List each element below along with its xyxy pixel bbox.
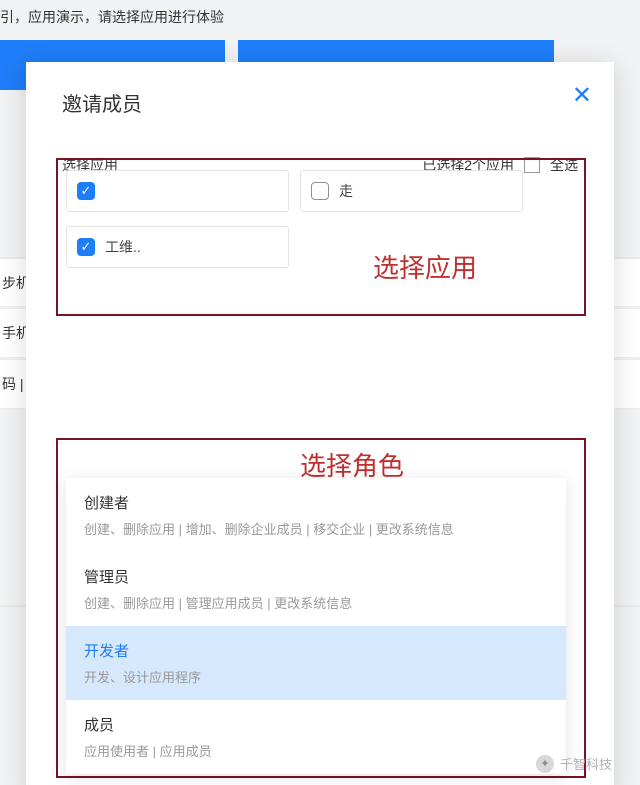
app-card-2-label: 走: [339, 181, 387, 201]
watermark-text: 千智科技: [560, 754, 612, 773]
modal-title: 邀请成员: [62, 88, 578, 117]
background-hint-text: 引，应用演示，请选择应用进行体验: [0, 7, 224, 27]
role-option-admin[interactable]: 管理员 创建、删除应用 | 管理应用成员 | 更改系统信息: [66, 552, 566, 626]
app-card-1[interactable]: ✓: [66, 170, 289, 212]
app-card-2[interactable]: 走: [300, 170, 523, 212]
role-desc: 创建、删除应用 | 管理应用成员 | 更改系统信息: [84, 593, 548, 612]
role-name: 创建者: [84, 492, 548, 513]
app-card-3[interactable]: ✓ 工维..: [66, 226, 289, 268]
watermark: ✦ 千智科技: [536, 754, 612, 773]
role-name: 成员: [84, 714, 548, 735]
app-card-3-label: 工维..: [105, 237, 175, 257]
checkbox-checked-icon[interactable]: ✓: [77, 182, 95, 200]
role-option-creator[interactable]: 创建者 创建、删除应用 | 增加、删除企业成员 | 移交企业 | 更改系统信息: [66, 478, 566, 552]
checkbox-checked-icon[interactable]: ✓: [77, 238, 95, 256]
checkbox-unchecked-icon[interactable]: [311, 182, 329, 200]
role-option-developer[interactable]: 开发者 开发、设计应用程序: [66, 626, 566, 700]
role-option-member[interactable]: 成员 应用使用者 | 应用成员: [66, 700, 566, 774]
role-desc: 创建、删除应用 | 增加、删除企业成员 | 移交企业 | 更改系统信息: [84, 519, 548, 538]
role-desc: 应用使用者 | 应用成员: [84, 741, 548, 760]
role-name: 管理员: [84, 566, 548, 587]
annotation-label-select-app: 选择应用: [373, 248, 477, 285]
role-list: 创建者 创建、删除应用 | 增加、删除企业成员 | 移交企业 | 更改系统信息 …: [66, 478, 566, 774]
role-name: 开发者: [84, 640, 548, 661]
role-desc: 开发、设计应用程序: [84, 667, 548, 686]
close-icon[interactable]: ✕: [572, 84, 592, 108]
wechat-icon: ✦: [536, 755, 554, 773]
